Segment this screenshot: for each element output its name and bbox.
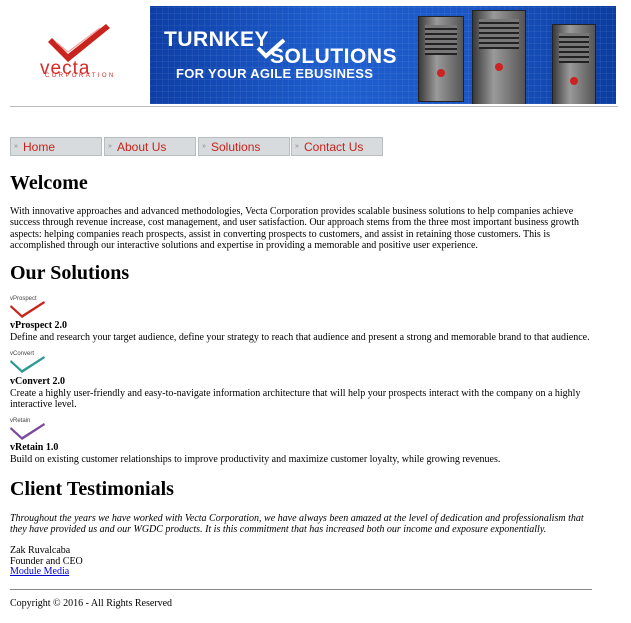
nav-about-us-label: About Us <box>117 140 167 154</box>
copyright-text: Copyright © 2016 - All Rights Reserved <box>10 598 173 609</box>
welcome-heading: Welcome <box>10 172 88 194</box>
nav-home[interactable]: » Home <box>10 137 102 156</box>
nav-arrow-icon: » <box>295 143 299 150</box>
vretain-name: vRetain 1.0 <box>10 442 59 453</box>
nav-contact-us[interactable]: » Contact Us <box>291 137 383 156</box>
nav-solutions[interactable]: » Solutions <box>198 137 290 156</box>
nav-arrow-icon: » <box>108 143 112 150</box>
nav-arrow-icon: » <box>14 143 18 150</box>
banner-line-1: TURNKEY <box>164 28 270 51</box>
nav-arrow-icon: » <box>202 143 206 150</box>
server-image <box>418 16 464 102</box>
vconvert-desc: Create a highly user-friendly and easy-t… <box>10 388 581 411</box>
vconvert-logo: vConvert <box>10 351 46 373</box>
nav-solutions-label: Solutions <box>211 140 261 154</box>
solutions-heading: Our Solutions <box>10 262 130 284</box>
logo-subtitle: CORPORATION <box>45 73 116 79</box>
vretain-logo: vRetain <box>10 418 46 440</box>
vprospect-name: vProspect 2.0 <box>10 320 68 331</box>
company-link[interactable]: Module Media <box>10 566 69 577</box>
nav-about-us[interactable]: » About Us <box>104 137 196 156</box>
testimonial-author-title: Founder and CEO <box>10 556 83 567</box>
vretain-desc: Build on existing customer relationships… <box>10 454 501 465</box>
nav-contact-us-label: Contact Us <box>304 140 364 154</box>
testimonials-heading: Client Testimonials <box>10 478 174 500</box>
testimonial-author: Zak Ruvalcaba <box>10 545 71 556</box>
server-image <box>472 10 526 104</box>
vprospect-check-icon <box>10 301 45 318</box>
testimonial-quote: Throughout the years we have worked with… <box>10 513 584 536</box>
vconvert-name: vConvert 2.0 <box>10 376 65 387</box>
server-image <box>552 24 596 104</box>
header-divider <box>10 106 618 107</box>
vretain-check-icon <box>10 423 45 440</box>
footer-divider <box>10 589 592 590</box>
nav-home-label: Home <box>23 140 56 154</box>
welcome-text: With innovative approaches and advanced … <box>10 206 580 251</box>
banner-line-3: FOR YOUR AGILE EBUSINESS <box>176 66 374 81</box>
testimonial-company: Module Media <box>10 566 69 577</box>
hero-banner: TURNKEY SOLUTIONS FOR YOUR AGILE EBUSINE… <box>150 6 616 104</box>
vprospect-desc: Define and research your target audience… <box>10 332 590 343</box>
vprospect-logo: vProspect <box>10 296 46 318</box>
vconvert-check-icon <box>10 356 45 373</box>
